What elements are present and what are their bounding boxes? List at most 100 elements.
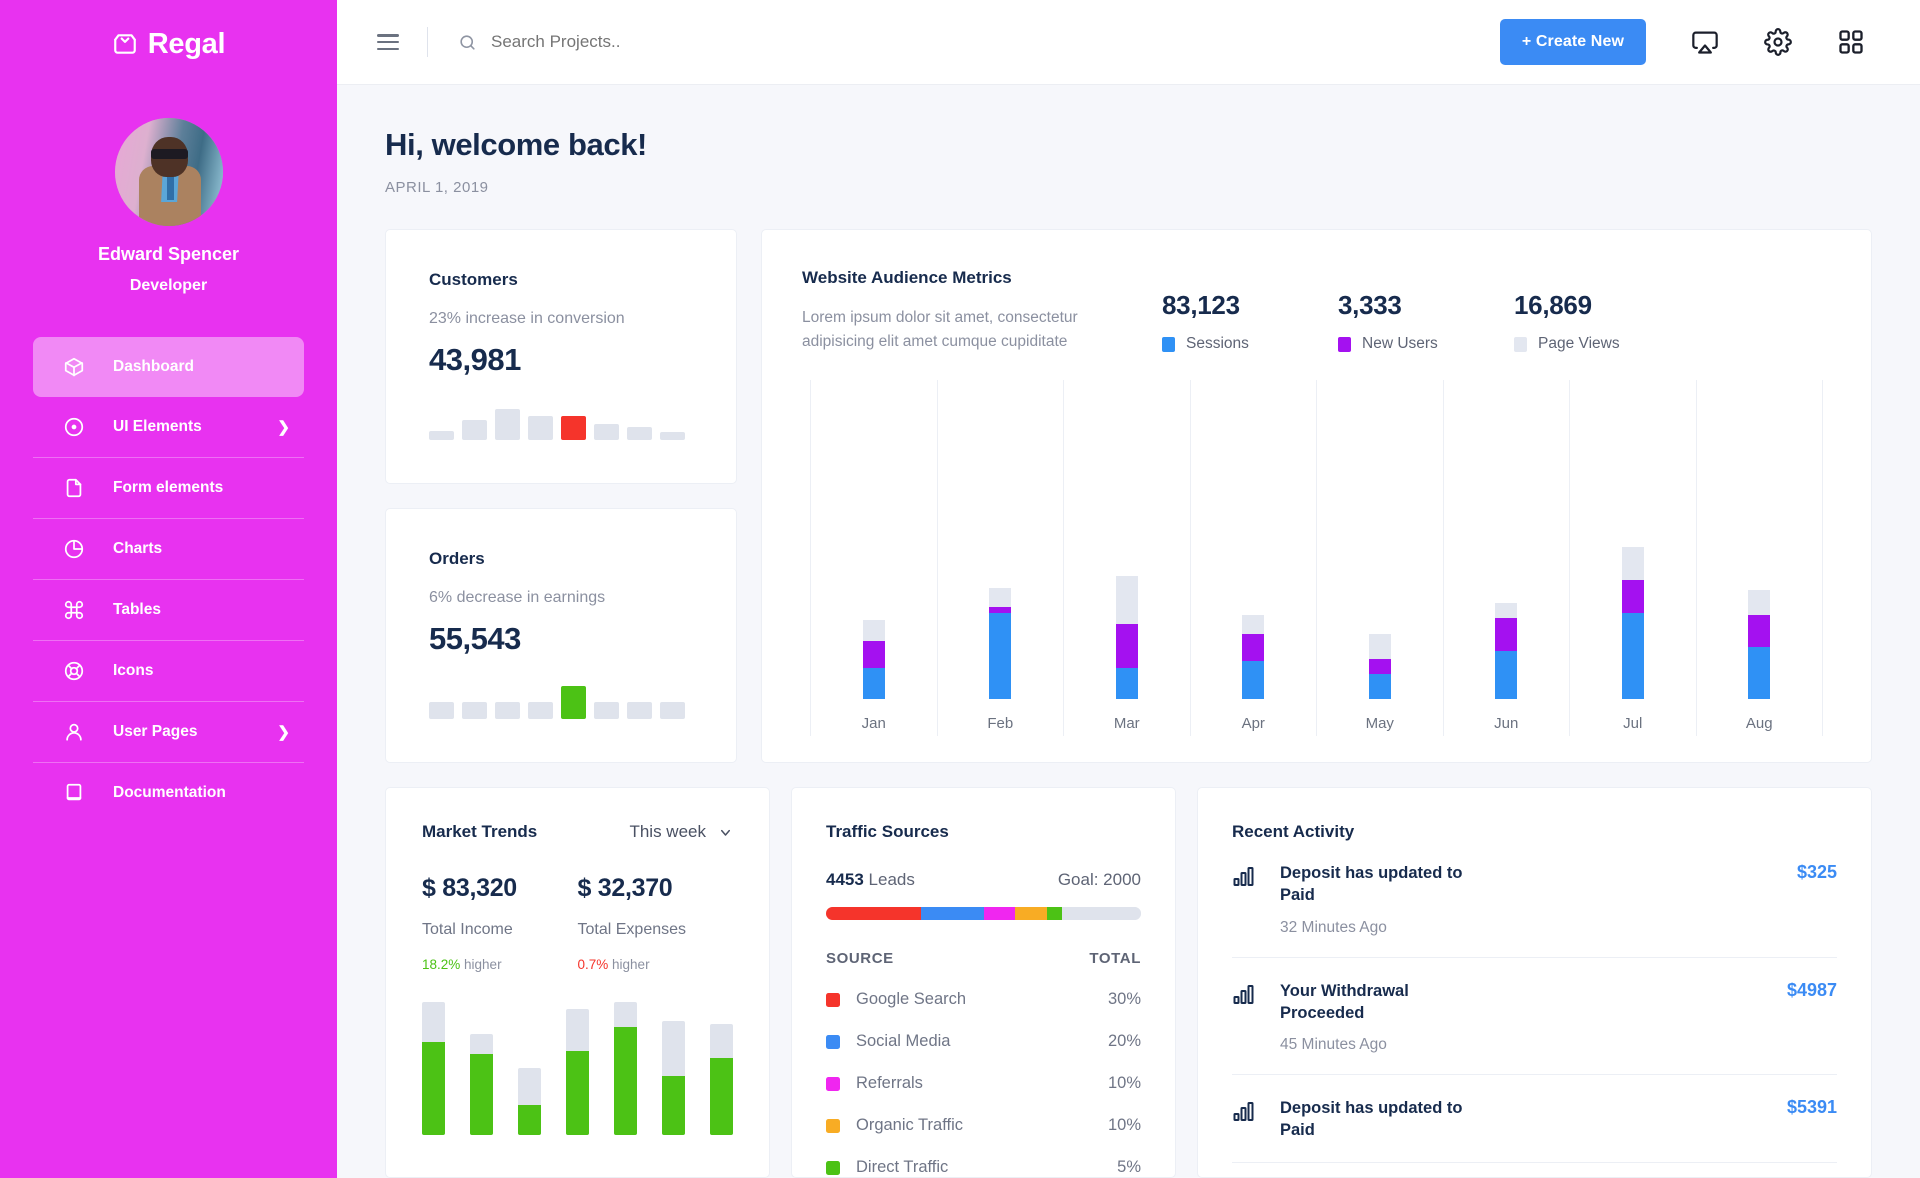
sidebar-item-label: Form elements	[113, 479, 223, 497]
orders-sparkline	[429, 679, 693, 719]
progress-segment	[826, 907, 921, 920]
sparkline-bar	[462, 420, 487, 440]
progress-segment	[921, 907, 984, 920]
col-total-header: TOTAL	[1089, 950, 1141, 967]
grid-icon[interactable]	[1837, 28, 1865, 56]
metric-stat: 3,333New Users	[1338, 290, 1514, 354]
chart-column: Aug	[1696, 380, 1824, 736]
trend-bar-fill	[662, 1076, 685, 1135]
book-icon	[63, 782, 85, 804]
trend-bar	[422, 1002, 445, 1135]
card-subtitle: 23% increase in conversion	[429, 310, 693, 328]
sparkline-bar	[429, 431, 454, 440]
bar-chart-icon	[1232, 983, 1256, 1007]
activity-time: 32 Minutes Ago	[1280, 919, 1785, 937]
bar-segment-new-users	[1369, 659, 1391, 674]
metric-label: Sessions	[1186, 335, 1249, 353]
trend-bar-fill	[518, 1105, 541, 1135]
period-selector[interactable]: This week	[629, 822, 733, 842]
stacked-bar	[863, 620, 885, 699]
total-income-block: $ 83,320 Total Income 18.2% higher	[422, 874, 578, 972]
trend-bar	[710, 1024, 733, 1135]
main-area: + Create New Hi, welcome back! APRIL 1, …	[337, 0, 1920, 1178]
list-item[interactable]: Your Withdrawal Proceeded45 Minutes Ago$…	[1232, 958, 1837, 1076]
search-box[interactable]	[458, 32, 1500, 52]
page-date: APRIL 1, 2019	[385, 179, 1872, 196]
progress-segment	[984, 907, 1016, 920]
trend-bar	[614, 1002, 637, 1135]
bar-segment-page-views	[1622, 547, 1644, 580]
content: Hi, welcome back! APRIL 1, 2019 Customer…	[337, 85, 1920, 1178]
expenses-label: Total Expenses	[578, 921, 734, 939]
source-name: Social Media	[856, 1032, 1108, 1051]
sidebar-item-documentation[interactable]: Documentation	[33, 763, 304, 823]
list-item: Direct Traffic5%	[826, 1158, 1141, 1177]
sidebar-item-form-elements[interactable]: Form elements	[33, 458, 304, 518]
bar-segment-sessions	[989, 613, 1011, 699]
row-bottom: Market Trends This week $ 83,320 Total I…	[385, 787, 1872, 1178]
legend-swatch	[1162, 337, 1175, 352]
bar-segment-new-users	[1116, 624, 1138, 668]
brand[interactable]: Regal	[0, 22, 337, 66]
sparkline-bar	[528, 702, 553, 719]
trend-bar	[518, 1068, 541, 1135]
sidebar-item-dashboard[interactable]: Dashboard	[33, 337, 304, 397]
card-value: 55,543	[429, 621, 693, 657]
x-tick-label: Aug	[1746, 701, 1773, 736]
trend-bar-fill	[710, 1058, 733, 1135]
source-name: Google Search	[856, 990, 1108, 1009]
leads-label: Leads	[864, 870, 915, 889]
activity-text: Your Withdrawal Proceeded	[1280, 980, 1490, 1025]
sidebar-item-tables[interactable]: Tables	[33, 580, 304, 640]
create-new-button[interactable]: + Create New	[1500, 19, 1646, 65]
bar-segment-page-views	[863, 620, 885, 641]
source-swatch	[826, 1035, 840, 1049]
income-delta-value: 18.2%	[422, 957, 460, 972]
leads-count: 4453 Leads	[826, 870, 915, 890]
progress-segment	[1015, 907, 1047, 920]
source-swatch	[826, 993, 840, 1007]
traffic-source-list: Google Search30%Social Media20%Referrals…	[826, 990, 1141, 1177]
source-name: Referrals	[856, 1074, 1108, 1093]
x-tick-label: Jan	[862, 701, 886, 736]
card-title: Recent Activity	[1232, 822, 1837, 842]
sidebar-item-user-pages[interactable]: User Pages❯	[33, 702, 304, 762]
metric-stat: 83,123Sessions	[1162, 290, 1338, 354]
gear-icon[interactable]	[1764, 28, 1792, 56]
sidebar-item-charts[interactable]: Charts	[33, 519, 304, 579]
avatar[interactable]	[115, 118, 223, 226]
sidebar-item-ui-elements[interactable]: UI Elements❯	[33, 397, 304, 457]
sparkline-bar	[561, 686, 586, 719]
sidebar-item-icons[interactable]: Icons	[33, 641, 304, 701]
list-item[interactable]: Deposit has updated to Paid32 Minutes Ag…	[1232, 842, 1837, 958]
airplay-icon[interactable]	[1691, 28, 1719, 56]
source-total: 10%	[1108, 1074, 1141, 1093]
sparkline-bar	[660, 702, 685, 719]
sparkline-bar	[594, 702, 619, 719]
card-value: 43,981	[429, 342, 693, 378]
bar-segment-page-views	[1369, 634, 1391, 659]
regal-logo-icon	[112, 31, 138, 57]
sparkline-bar	[627, 702, 652, 719]
bar-segment-page-views	[989, 588, 1011, 607]
sparkline-bar	[429, 702, 454, 719]
hamburger-icon[interactable]	[377, 34, 399, 50]
sidebar-item-label: UI Elements	[113, 418, 202, 436]
source-total: 5%	[1117, 1158, 1141, 1177]
sidebar-item-label: Tables	[113, 601, 161, 619]
income-amount: $ 83,320	[422, 874, 578, 903]
list-item[interactable]: Deposit has updated to Paid$5391	[1232, 1075, 1837, 1163]
income-delta-suffix: higher	[460, 957, 501, 972]
chart-column: Jan	[810, 380, 937, 736]
sparkline-bar	[495, 702, 520, 719]
trend-bar-fill	[470, 1054, 493, 1135]
chevron-right-icon: ❯	[277, 723, 290, 741]
search-input[interactable]	[491, 32, 911, 52]
target-icon	[63, 416, 85, 438]
card-title: Orders	[429, 549, 693, 569]
bar-segment-page-views	[1748, 590, 1770, 615]
stacked-bar	[1116, 576, 1138, 699]
expenses-delta: 0.7% higher	[578, 957, 734, 972]
col-source-header: SOURCE	[826, 950, 894, 967]
card-title: Website Audience Metrics	[802, 268, 1162, 288]
